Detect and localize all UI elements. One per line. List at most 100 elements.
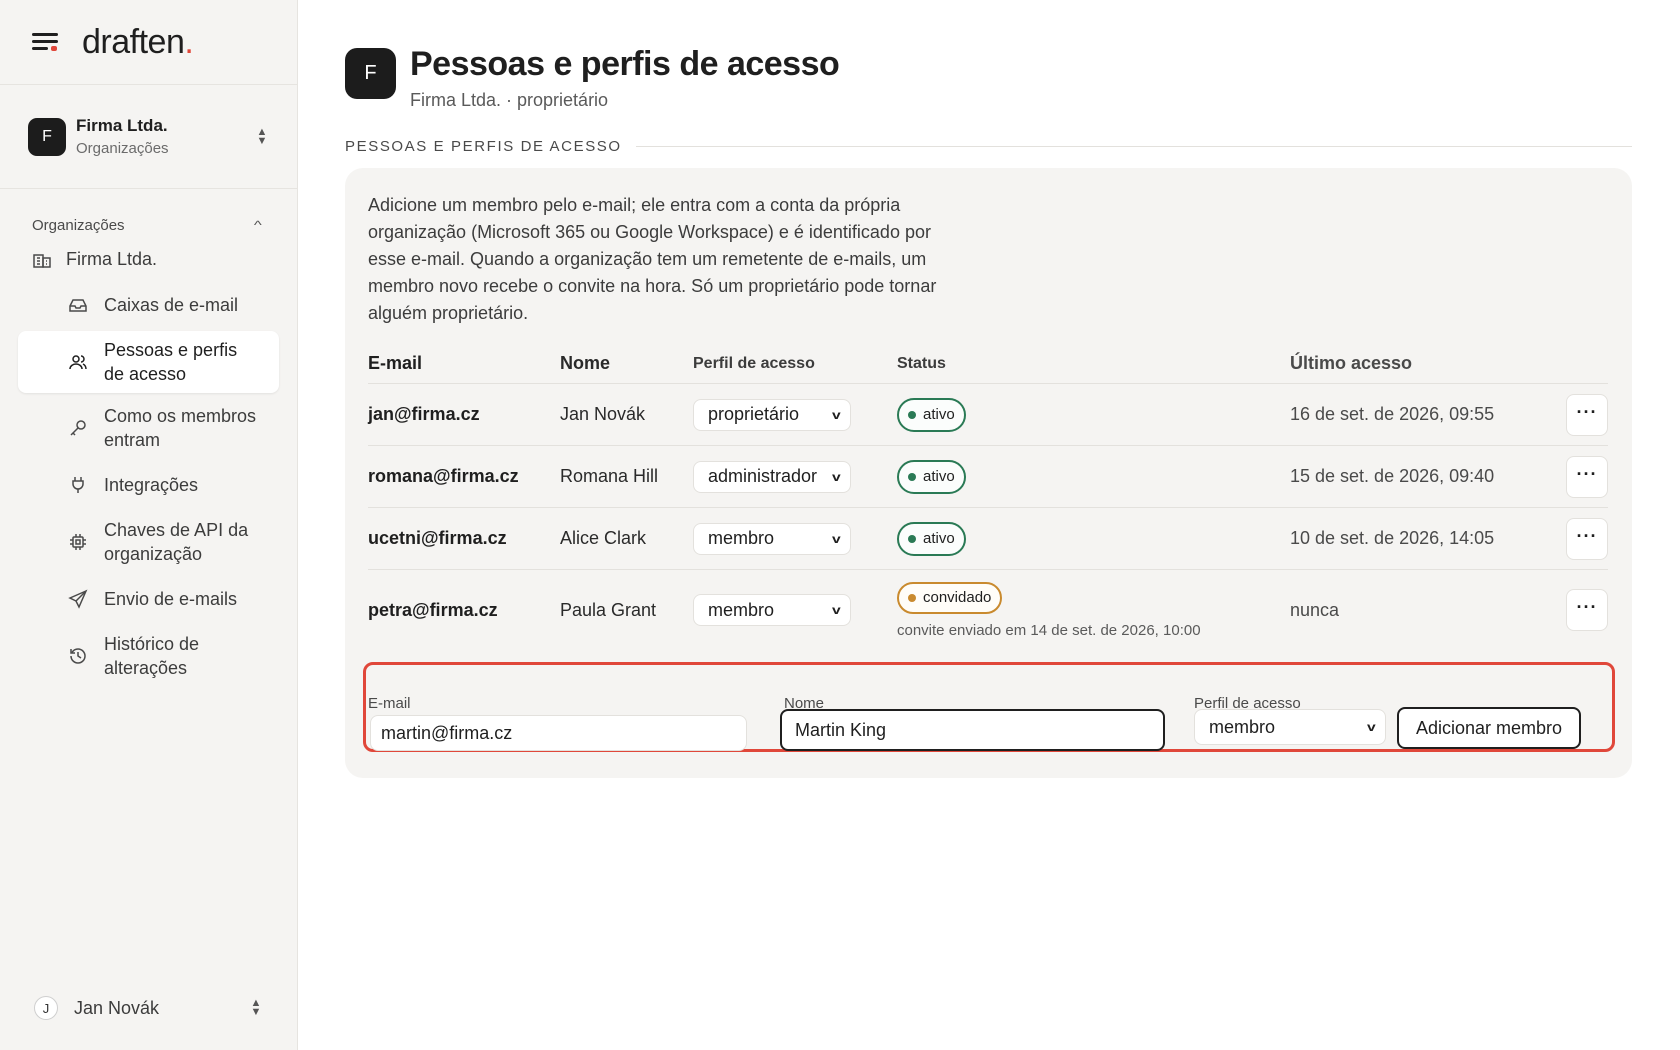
status-dot [908, 410, 916, 419]
sidebar-item-mailboxes[interactable]: Caixas de e-mail [18, 283, 279, 327]
user-name: Jan Novák [74, 997, 160, 1018]
user-switcher[interactable]: J Jan Novák ▲ ▼ [34, 992, 263, 1024]
sidebar-item-email-sending[interactable]: Envio de e-mails [18, 577, 279, 621]
sidebar-org-label: Firma Ltda. [66, 248, 158, 269]
members-table: E-mail Nome Perfil de acesso Status Últi… [368, 344, 1608, 650]
role-select-value: membro [708, 599, 775, 620]
divider [635, 146, 1632, 147]
role-select[interactable]: membro v [693, 522, 851, 555]
member-name: Paula Grant [560, 599, 657, 620]
chevron-down-icon: v [832, 407, 842, 422]
status-badge: ativo [897, 521, 966, 556]
org-name: Firma Ltda. [76, 116, 168, 135]
member-last-access: 15 de set. de 2026, 09:40 [1290, 466, 1495, 486]
column-header-status: Status [897, 354, 946, 372]
send-icon [68, 589, 88, 609]
section-heading: PESSOAS E PERFIS DE ACESSO [345, 138, 1632, 155]
sidebar-item-label: Pessoas e perfis de acesso [104, 340, 238, 384]
role-select-value: proprietário [708, 404, 800, 424]
key-icon [70, 420, 86, 436]
chevron-updown-icon: ▲ ▼ [250, 997, 262, 1018]
member-name: Alice Clark [560, 528, 647, 548]
plug-icon [72, 477, 84, 493]
menu-icon[interactable] [32, 31, 58, 53]
add-member-form: E-mail martin@firma.cz Nome Martin King … [363, 662, 1615, 752]
status-badge: convidado [897, 581, 1003, 614]
row-more-button[interactable]: ··· [1566, 455, 1608, 498]
avatar: J [34, 996, 58, 1020]
status-dot [908, 593, 916, 602]
email-field[interactable]: martin@firma.cz [370, 715, 747, 751]
sidebar-item-label: Chaves de API da organização [104, 520, 249, 564]
org-avatar-large: F [345, 48, 396, 99]
member-last-access: nunca [1290, 599, 1340, 620]
sidebar-item-label: Envio de e-mails [104, 589, 238, 609]
member-email: ucetni@firma.cz [368, 528, 507, 548]
role-select[interactable]: proprietário v [693, 398, 851, 431]
status-text: ativo [923, 530, 955, 547]
chevron-updown-icon: ▲ ▼ [256, 125, 268, 147]
sidebar-item-people[interactable]: Pessoas e perfis de acesso [18, 331, 279, 393]
name-field[interactable]: Martin King [780, 709, 1165, 751]
sidebar-item-label: Como os membros entram [104, 406, 257, 450]
role-select-value: membro [708, 528, 775, 548]
member-email: romana@firma.cz [368, 466, 519, 486]
sidebar-item-history[interactable]: Histórico de alterações [18, 625, 279, 687]
sidebar-section-organizations[interactable]: Organizações ^ [0, 213, 297, 237]
table-header: E-mail Nome Perfil de acesso Status Últi… [368, 344, 1608, 384]
brand-logo: draften. [82, 22, 194, 61]
sidebar-item-org[interactable]: Firma Ltda. [0, 239, 297, 279]
row-more-button[interactable]: ··· [1566, 589, 1608, 631]
role-select-value: administrador [708, 466, 818, 486]
email-field-label: E-mail [368, 695, 411, 712]
chevron-up-icon: ^ [254, 218, 263, 232]
status-badge: ativo [897, 459, 966, 494]
status-text: convidado [923, 589, 992, 606]
member-email: jan@firma.cz [368, 404, 480, 424]
role-select[interactable]: membro v [693, 594, 851, 626]
chevron-down-icon: v [832, 603, 842, 617]
sidebar-item-label: Integrações [104, 475, 199, 495]
org-switcher[interactable]: F Firma Ltda. Organizações ▲ ▼ [0, 85, 297, 189]
building-icon [33, 254, 51, 268]
sidebar-item-sign-in[interactable]: Como os membros entram [18, 397, 279, 459]
page-header: F Pessoas e perfis de acesso Firma Ltda.… [345, 44, 840, 111]
sidebar-item-integrations[interactable]: Integrações [18, 463, 279, 507]
sidebar: draften. F Firma Ltda. Organizações ▲ ▼ O… [0, 0, 298, 1050]
table-row: romana@firma.cz Romana Hill administrado… [368, 446, 1608, 508]
page-title: Pessoas e perfis de acesso [410, 45, 840, 83]
role-field-select[interactable]: membro v [1194, 709, 1386, 745]
section-heading-text: PESSOAS E PERFIS DE ACESSO [345, 138, 622, 155]
table-row: petra@firma.cz Paula Grant membro v convi… [368, 570, 1608, 650]
inbox-icon [69, 299, 87, 312]
status-text: ativo [923, 406, 955, 423]
sidebar-item-label: Caixas de e-mail [104, 295, 239, 315]
cpu-icon [70, 534, 86, 550]
table-row: jan@firma.cz Jan Novák proprietário v ati… [368, 384, 1608, 446]
role-select[interactable]: administrador v [693, 460, 851, 493]
status-badge: ativo [897, 397, 966, 432]
column-header-last-access: Último acesso [1290, 353, 1413, 373]
member-name: Romana Hill [560, 466, 659, 486]
member-name: Jan Novák [560, 404, 646, 424]
column-header-email: E-mail [368, 353, 423, 373]
intro-text: Adicione um membro pelo e-mail; ele entr… [368, 195, 937, 323]
history-icon [70, 648, 86, 664]
column-header-role: Perfil de acesso [693, 354, 815, 372]
row-more-button[interactable]: ··· [1566, 517, 1608, 560]
role-field-value: membro [1209, 716, 1276, 737]
row-more-button[interactable]: ··· [1566, 393, 1608, 436]
member-last-access: 10 de set. de 2026, 14:05 [1290, 528, 1495, 548]
sidebar-item-label: Histórico de alterações [104, 634, 200, 678]
status-dot [908, 472, 916, 481]
add-member-button[interactable]: Adicionar membro [1397, 707, 1581, 749]
org-avatar: F [28, 117, 66, 156]
status-text: ativo [923, 468, 955, 485]
main-content: F Pessoas e perfis de acesso Firma Ltda.… [298, 0, 1680, 1050]
chevron-down-icon: v [1367, 720, 1377, 734]
users-icon [69, 355, 87, 370]
sidebar-item-api-keys[interactable]: Chaves de API da organização [18, 511, 279, 573]
chevron-down-icon: v [832, 469, 842, 484]
page-subtitle: Firma Ltda. · proprietário [410, 90, 609, 110]
members-card: Adicione um membro pelo e-mail; ele entr… [345, 168, 1632, 778]
